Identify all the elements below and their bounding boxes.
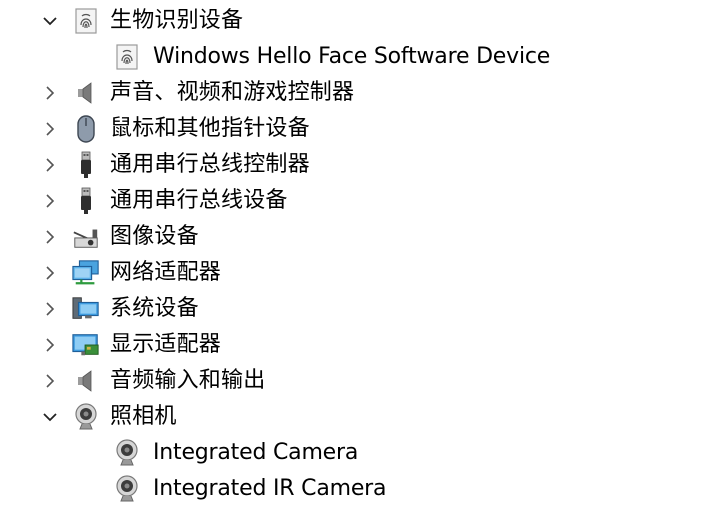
- display-adapter-icon: [72, 331, 100, 359]
- tree-item-integrated-ir-camera[interactable]: Integrated IR Camera: [0, 471, 728, 507]
- tree-item-system-devices[interactable]: 系统设备: [0, 291, 728, 327]
- tree-item-cameras[interactable]: 照相机: [0, 399, 728, 435]
- usb-icon: [72, 151, 100, 179]
- system-device-icon: [72, 295, 100, 323]
- tree-item-label: 图像设备: [110, 224, 199, 249]
- tree-item-label: 系统设备: [110, 296, 199, 321]
- tree-item-mice-pointing-devices[interactable]: 鼠标和其他指针设备: [0, 111, 728, 147]
- chevron-down-icon[interactable]: [40, 11, 60, 31]
- webcam-icon: [113, 439, 141, 467]
- tree-item-label: Integrated Camera: [153, 440, 359, 465]
- webcam-icon: [72, 403, 100, 431]
- chevron-right-icon[interactable]: [40, 263, 60, 283]
- tree-item-biometric-devices[interactable]: 生物识别设备: [0, 3, 728, 39]
- chevron-right-icon[interactable]: [40, 371, 60, 391]
- tree-item-label: 通用串行总线控制器: [110, 152, 310, 177]
- network-adapter-icon: [72, 259, 100, 287]
- tree-item-label: 鼠标和其他指针设备: [110, 116, 310, 141]
- tree-item-windows-hello-face-software-device[interactable]: Windows Hello Face Software Device: [0, 39, 728, 75]
- chevron-right-icon[interactable]: [40, 227, 60, 247]
- tree-item-audio-inputs-outputs[interactable]: 音频输入和输出: [0, 363, 728, 399]
- tree-item-label: 照相机: [110, 404, 177, 429]
- tree-item-imaging-devices[interactable]: 图像设备: [0, 219, 728, 255]
- speaker-icon: [72, 367, 100, 395]
- tree-item-label: 生物识别设备: [110, 8, 244, 33]
- device-tree: 生物识别设备 Windows Hello Face Software Devic…: [0, 3, 728, 507]
- tree-item-usb-devices[interactable]: 通用串行总线设备: [0, 183, 728, 219]
- tree-item-integrated-camera[interactable]: Integrated Camera: [0, 435, 728, 471]
- usb-icon: [72, 187, 100, 215]
- camera-device-icon: [72, 223, 100, 251]
- speaker-icon: [72, 79, 100, 107]
- tree-item-label: 音频输入和输出: [110, 368, 266, 393]
- tree-item-label: 声音、视频和游戏控制器: [110, 80, 355, 105]
- chevron-right-icon[interactable]: [40, 119, 60, 139]
- tree-item-network-adapters[interactable]: 网络适配器: [0, 255, 728, 291]
- webcam-icon: [113, 475, 141, 503]
- tree-item-label: 网络适配器: [110, 260, 222, 285]
- tree-item-usb-controllers[interactable]: 通用串行总线控制器: [0, 147, 728, 183]
- chevron-right-icon[interactable]: [40, 155, 60, 175]
- chevron-down-icon[interactable]: [40, 407, 60, 427]
- fingerprint-icon: [113, 43, 141, 71]
- mouse-icon: [72, 115, 100, 143]
- tree-item-sound-video-game-controllers[interactable]: 声音、视频和游戏控制器: [0, 75, 728, 111]
- fingerprint-icon: [72, 7, 100, 35]
- chevron-right-icon[interactable]: [40, 335, 60, 355]
- tree-item-label: Windows Hello Face Software Device: [153, 44, 551, 69]
- chevron-right-icon[interactable]: [40, 191, 60, 211]
- tree-item-label: 显示适配器: [110, 332, 222, 357]
- tree-item-display-adapters[interactable]: 显示适配器: [0, 327, 728, 363]
- chevron-right-icon[interactable]: [40, 83, 60, 103]
- chevron-right-icon[interactable]: [40, 299, 60, 319]
- tree-item-label: 通用串行总线设备: [110, 188, 288, 213]
- tree-item-label: Integrated IR Camera: [153, 476, 387, 501]
